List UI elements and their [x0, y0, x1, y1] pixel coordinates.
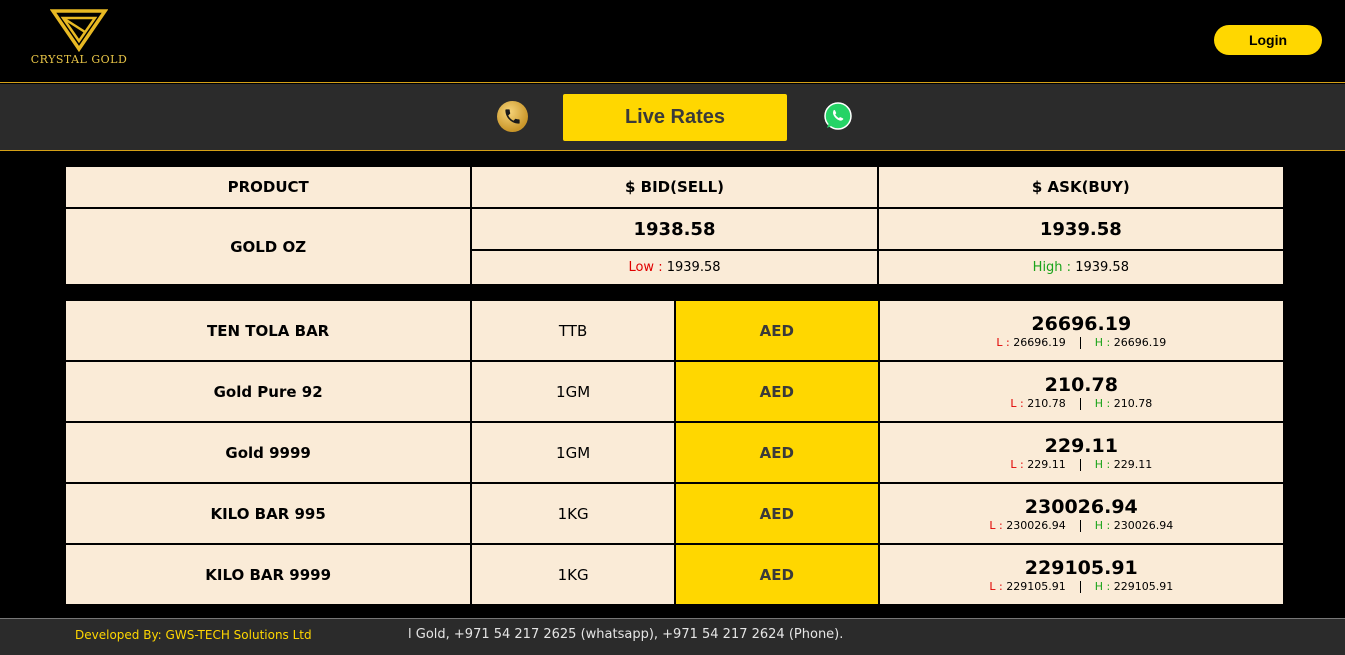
header-bid: $ BID(SELL)	[470, 165, 879, 209]
product-price-cell: 229.11 L : 229.11 H : 229.11	[877, 421, 1286, 484]
table-row: KILO BAR 995 1KG AED 230026.94 L : 23002…	[63, 482, 1286, 545]
low-value: 26696.19	[1013, 335, 1066, 349]
product-currency: AED	[673, 360, 880, 423]
low-label: L :	[1010, 396, 1024, 410]
low-label: Low :	[628, 260, 663, 275]
low-value: 210.78	[1027, 396, 1066, 410]
table-row: TEN TOLA BAR TTB AED 26696.19 L : 26696.…	[63, 299, 1286, 362]
product-unit: 1KG	[470, 482, 676, 545]
site-footer: Developed By: GWS-TECH Solutions Ltd l G…	[0, 618, 1345, 655]
divider	[1079, 580, 1081, 593]
diamond-logo-icon	[50, 9, 108, 52]
low-label: L :	[996, 335, 1010, 349]
product-name: KILO BAR 9999	[63, 543, 473, 606]
high-label: H :	[1094, 457, 1111, 471]
table-row: KILO BAR 9999 1KG AED 229105.91 L : 2291…	[63, 543, 1286, 606]
high-value: 229.11	[1113, 457, 1153, 471]
product-name: TEN TOLA BAR	[63, 299, 473, 362]
low-high-line: L : 229.11 H : 229.11	[880, 458, 1283, 472]
low-high-line: L : 210.78 H : 210.78	[880, 397, 1283, 411]
product-currency: AED	[673, 299, 880, 362]
brand-name: CRYSTAL GOLD	[30, 53, 128, 66]
high-label: H :	[1094, 335, 1111, 349]
high-label: H :	[1094, 518, 1111, 532]
product-unit: TTB	[470, 299, 676, 362]
product-unit: 1KG	[470, 543, 676, 606]
divider	[1079, 397, 1081, 410]
divider	[1079, 458, 1081, 471]
low-label: L :	[989, 579, 1003, 593]
product-name: Gold 9999	[63, 421, 473, 484]
table-header-row: PRODUCT $ BID(SELL) $ ASK(BUY)	[63, 165, 1286, 209]
products-table: TEN TOLA BAR TTB AED 26696.19 L : 26696.…	[63, 299, 1286, 606]
product-price-cell: 26696.19 L : 26696.19 H : 26696.19	[877, 299, 1286, 362]
product-price-cell: 230026.94 L : 230026.94 H : 230026.94	[877, 482, 1286, 545]
login-button[interactable]: Login	[1214, 25, 1322, 55]
phone-icon[interactable]	[497, 101, 528, 132]
site-header: CRYSTAL GOLD Login	[0, 0, 1345, 83]
product-unit: 1GM	[470, 360, 676, 423]
action-bar: Live Rates	[0, 84, 1345, 151]
product-price: 230026.94	[1024, 495, 1138, 518]
table-row: GOLD OZ 1938.58 1939.58	[63, 207, 1286, 286]
product-unit: 1GM	[470, 421, 676, 484]
contact-ticker: l Gold, +971 54 217 2625 (whatsapp), +97…	[408, 627, 844, 642]
ask-high-cell: High : 1939.58	[876, 249, 1286, 286]
divider	[1079, 519, 1081, 532]
high-value: 210.78	[1113, 396, 1153, 410]
low-high-line: L : 26696.19 H : 26696.19	[880, 336, 1283, 350]
product-price: 26696.19	[1031, 312, 1132, 335]
high-label: H :	[1094, 579, 1111, 593]
high-value: 230026.94	[1113, 518, 1174, 532]
spot-product-name: GOLD OZ	[63, 207, 473, 286]
ask-value: 1939.58	[876, 207, 1286, 251]
bid-low-cell: Low : 1939.58	[470, 249, 879, 286]
product-currency: AED	[673, 543, 880, 606]
product-currency: AED	[673, 421, 880, 484]
low-high-line: L : 230026.94 H : 230026.94	[880, 519, 1283, 533]
product-price: 229.11	[1044, 434, 1118, 457]
brand-logo[interactable]: CRYSTAL GOLD	[28, 8, 130, 70]
product-price: 210.78	[1044, 373, 1118, 396]
low-value: 229.11	[1027, 457, 1066, 471]
high-value: 229105.91	[1113, 579, 1174, 593]
spot-rates-table: PRODUCT $ BID(SELL) $ ASK(BUY) GOLD OZ 1…	[63, 165, 1286, 286]
product-price: 229105.91	[1024, 556, 1138, 579]
product-price-cell: 229105.91 L : 229105.91 H : 229105.91	[877, 543, 1286, 606]
low-high-line: L : 229105.91 H : 229105.91	[880, 580, 1283, 594]
product-name: KILO BAR 995	[63, 482, 473, 545]
high-label: H :	[1094, 396, 1111, 410]
low-value: 1939.58	[666, 260, 721, 275]
product-price-cell: 210.78 L : 210.78 H : 210.78	[877, 360, 1286, 423]
low-value: 229105.91	[1006, 579, 1066, 593]
high-value: 1939.58	[1075, 260, 1129, 275]
whatsapp-icon[interactable]	[823, 101, 853, 131]
table-row: Gold 9999 1GM AED 229.11 L : 229.11 H : 2…	[63, 421, 1286, 484]
low-value: 230026.94	[1006, 518, 1066, 532]
high-value: 26696.19	[1113, 335, 1167, 349]
high-label: High :	[1032, 260, 1072, 275]
product-name: Gold Pure 92	[63, 360, 473, 423]
product-currency: AED	[673, 482, 880, 545]
developer-credit[interactable]: Developed By: GWS-TECH Solutions Ltd	[75, 628, 312, 642]
divider	[1079, 336, 1081, 349]
header-ask: $ ASK(BUY)	[876, 165, 1286, 209]
low-label: L :	[989, 518, 1003, 532]
header-product: PRODUCT	[63, 165, 473, 209]
bid-value: 1938.58	[470, 207, 879, 251]
table-row: Gold Pure 92 1GM AED 210.78 L : 210.78 H …	[63, 360, 1286, 423]
live-rates-button[interactable]: Live Rates	[563, 94, 787, 141]
low-label: L :	[1010, 457, 1024, 471]
